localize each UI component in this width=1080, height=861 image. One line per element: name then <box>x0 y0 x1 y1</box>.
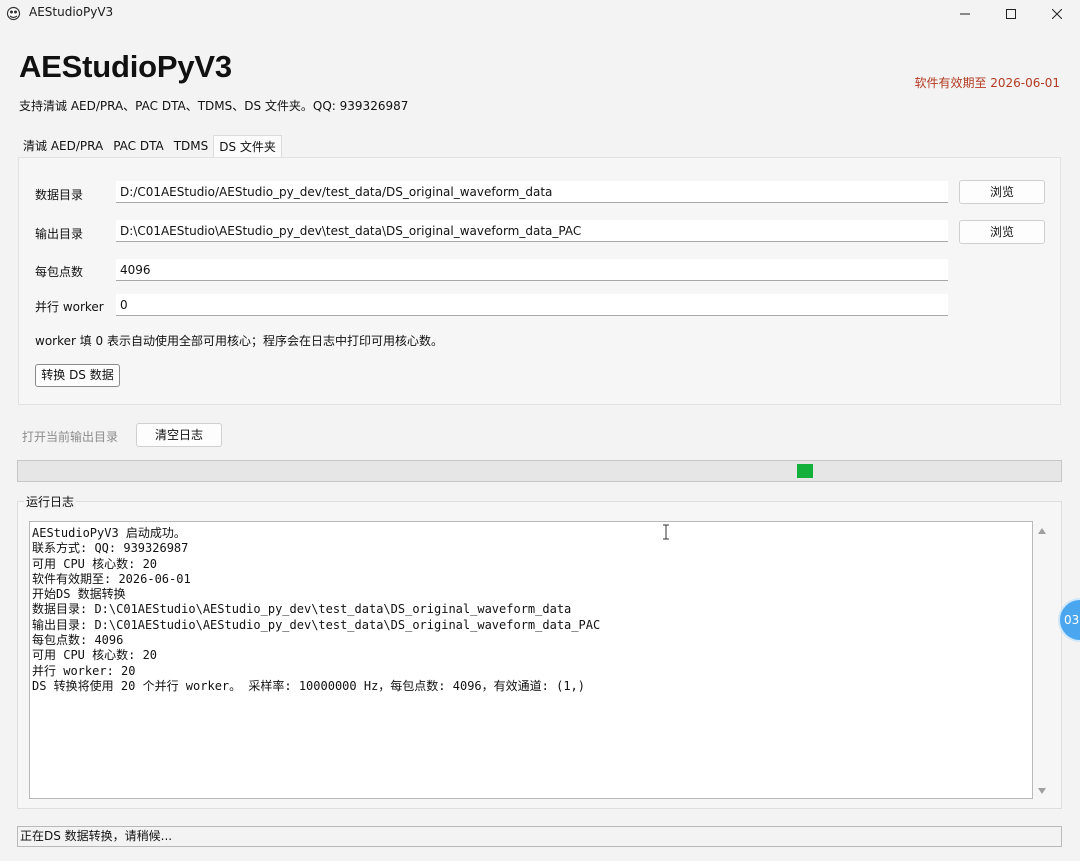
tab-aed-pra[interactable]: 清诚 AED/PRA <box>18 135 108 157</box>
tab-tdms[interactable]: TDMS <box>169 135 214 157</box>
log-line: AEStudioPyV3 启动成功。 <box>32 526 186 540</box>
log-line: 软件有效期至: 2026-06-01 <box>32 571 191 586</box>
workers-hint: worker 填 0 表示自动使用全部可用核心；程序会在日志中打印可用核心数。 <box>35 334 444 348</box>
tab-pac-dta[interactable]: PAC DTA <box>108 135 169 157</box>
scroll-up-icon[interactable] <box>1037 527 1047 535</box>
data-dir-browse-button[interactable]: 浏览 <box>959 180 1045 204</box>
log-line: 每包点数: 4096 <box>32 633 124 648</box>
close-icon <box>1052 8 1062 19</box>
output-dir-browse-button[interactable]: 浏览 <box>959 220 1045 244</box>
output-dir-label: 输出目录 <box>35 227 84 241</box>
progress-bar <box>17 460 1062 482</box>
tab-ds-folder[interactable]: DS 文件夹 <box>213 135 282 158</box>
log-line: 可用 CPU 核心数: 20 <box>32 648 158 663</box>
data-dir-label: 数据目录 <box>35 188 84 202</box>
clear-log-button[interactable]: 清空日志 <box>136 423 222 447</box>
license-expiry-label: 软件有效期至 2026-06-01 <box>914 76 1060 90</box>
workers-label: 并行 worker <box>35 300 104 314</box>
points-per-packet-input[interactable] <box>116 259 948 281</box>
open-output-dir-button[interactable]: 打开当前输出目录 <box>22 428 118 445</box>
minimize-button[interactable] <box>942 0 988 27</box>
data-dir-input[interactable] <box>116 181 948 203</box>
points-per-packet-label: 每包点数 <box>35 265 84 279</box>
log-line: 开始DS 数据转换 <box>32 587 126 602</box>
text-cursor-icon <box>663 524 669 540</box>
log-line: 数据目录: D:\C01AEStudio\AEStudio_py_dev\tes… <box>32 602 572 617</box>
progress-busy-chunk <box>797 464 813 478</box>
output-dir-input[interactable] <box>116 220 948 242</box>
title-bar[interactable]: AEStudioPyV3 <box>0 0 1080 27</box>
workers-input[interactable] <box>116 294 948 316</box>
status-bar: 正在DS 数据转换，请稍候... <box>17 826 1062 847</box>
log-line: 并行 worker: 20 <box>32 663 136 678</box>
window-title: AEStudioPyV3 <box>29 5 114 19</box>
maximize-button[interactable] <box>988 0 1034 27</box>
log-lines: AEStudioPyV3 启动成功。 联系方式: QQ: 939326987 可用 … <box>30 522 1032 694</box>
minimize-icon <box>960 13 970 14</box>
ds-folder-panel: 数据目录 浏览 输出目录 浏览 每包点数 并行 worker worker 填 … <box>18 157 1061 405</box>
tab-bar: 清诚 AED/PRA PAC DTA TDMS DS 文件夹 <box>18 135 282 158</box>
log-line: 联系方式: QQ: 939326987 <box>32 541 189 556</box>
maximize-icon <box>1006 8 1016 19</box>
app-title: AEStudioPyV3 <box>19 49 232 84</box>
log-line: 可用 CPU 核心数: 20 <box>32 556 158 571</box>
app-window: AEStudioPyV3 AEStudioPyV3 支持清诚 AED/PRA、P… <box>0 0 1080 861</box>
log-group-title: 运行日志 <box>24 493 77 510</box>
scroll-down-icon[interactable] <box>1037 787 1047 795</box>
log-textarea[interactable]: AEStudioPyV3 启动成功。 联系方式: QQ: 939326987 可用 … <box>29 521 1033 799</box>
log-line: 输出目录: D:\C01AEStudio\AEStudio_py_dev\tes… <box>32 617 601 632</box>
app-logo-icon <box>6 6 21 21</box>
log-line: DS 转换将使用 20 个并行 worker。 采样率: 10000000 Hz… <box>32 678 585 693</box>
convert-ds-button[interactable]: 转换 DS 数据 <box>35 364 120 387</box>
close-button[interactable] <box>1034 0 1080 27</box>
app-subtitle: 支持清诚 AED/PRA、PAC DTA、TDMS、DS 文件夹。QQ: 939… <box>19 99 409 113</box>
